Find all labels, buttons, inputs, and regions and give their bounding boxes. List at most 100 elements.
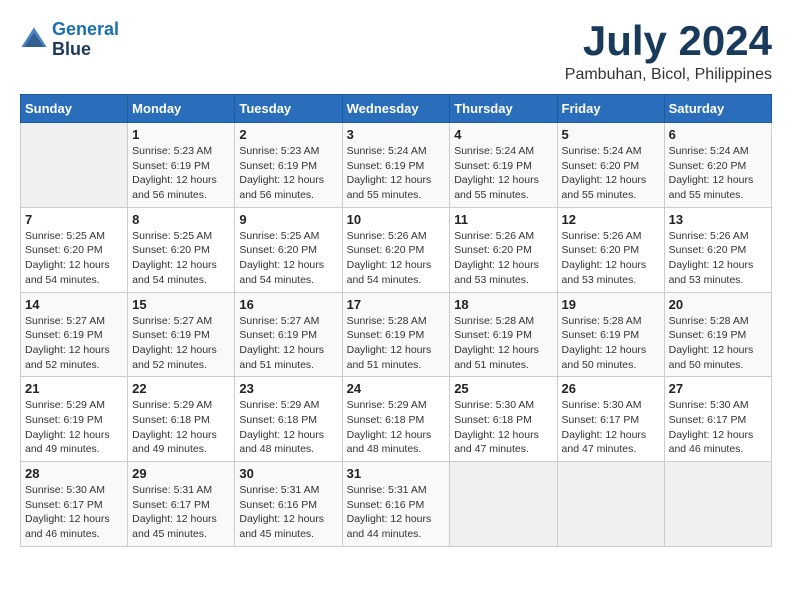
day-info: Sunrise: 5:30 AM Sunset: 6:17 PM Dayligh… (25, 483, 123, 542)
day-number: 17 (347, 297, 446, 312)
day-number: 8 (132, 212, 230, 227)
header-cell-sunday: Sunday (21, 95, 128, 123)
day-info: Sunrise: 5:30 AM Sunset: 6:18 PM Dayligh… (454, 398, 552, 457)
day-cell (557, 462, 664, 547)
day-cell: 19Sunrise: 5:28 AM Sunset: 6:19 PM Dayli… (557, 292, 664, 377)
day-info: Sunrise: 5:25 AM Sunset: 6:20 PM Dayligh… (239, 229, 337, 288)
week-row: 28 Sunrise: 5:30 AM Sunset: 6:17 PM Dayli… (21, 462, 772, 547)
day-cell: 2 Sunrise: 5:23 AM Sunset: 6:19 PM Daylig… (235, 123, 342, 208)
day-cell: 6 Sunrise: 5:24 AM Sunset: 6:20 PM Daylig… (664, 123, 771, 208)
day-cell (450, 462, 557, 547)
day-cell: 11 Sunrise: 5:26 AM Sunset: 6:20 PM Dayli… (450, 207, 557, 292)
day-info: Sunrise: 5:23 AM Sunset: 6:19 PM Dayligh… (239, 144, 337, 203)
day-info: Sunrise: 5:26 AM Sunset: 6:20 PM Dayligh… (347, 229, 446, 288)
day-number: 28 (25, 466, 123, 481)
day-info: Sunrise: 5:25 AM Sunset: 6:20 PM Dayligh… (25, 229, 123, 288)
day-info: Sunrise: 5:27 AM Sunset: 6:19 PM Dayligh… (132, 314, 230, 373)
calendar-body: 1Sunrise: 5:23 AM Sunset: 6:19 PM Daylig… (21, 123, 772, 547)
day-cell: 25 Sunrise: 5:30 AM Sunset: 6:18 PM Dayli… (450, 377, 557, 462)
day-cell: 24 Sunrise: 5:29 AM Sunset: 6:18 PM Dayli… (342, 377, 450, 462)
day-info: Sunrise: 5:28 AM Sunset: 6:19 PM Dayligh… (454, 314, 552, 373)
day-cell: 16Sunrise: 5:27 AM Sunset: 6:19 PM Dayli… (235, 292, 342, 377)
header-row: SundayMondayTuesdayWednesdayThursdayFrid… (21, 95, 772, 123)
week-row: 7 Sunrise: 5:25 AM Sunset: 6:20 PM Daylig… (21, 207, 772, 292)
day-number: 5 (562, 127, 660, 142)
day-cell: 14 Sunrise: 5:27 AM Sunset: 6:19 PM Dayli… (21, 292, 128, 377)
day-info: Sunrise: 5:24 AM Sunset: 6:19 PM Dayligh… (454, 144, 552, 203)
day-number: 4 (454, 127, 552, 142)
day-info: Sunrise: 5:29 AM Sunset: 6:18 PM Dayligh… (132, 398, 230, 457)
logo-text: General Blue (52, 20, 119, 60)
day-number: 10 (347, 212, 446, 227)
day-cell: 21 Sunrise: 5:29 AM Sunset: 6:19 PM Dayli… (21, 377, 128, 462)
day-number: 31 (347, 466, 446, 481)
day-cell: 18 Sunrise: 5:28 AM Sunset: 6:19 PM Dayli… (450, 292, 557, 377)
week-row: 21 Sunrise: 5:29 AM Sunset: 6:19 PM Dayli… (21, 377, 772, 462)
day-cell: 4 Sunrise: 5:24 AM Sunset: 6:19 PM Daylig… (450, 123, 557, 208)
day-number: 24 (347, 381, 446, 396)
day-cell: 3 Sunrise: 5:24 AM Sunset: 6:19 PM Daylig… (342, 123, 450, 208)
logo: General Blue (20, 20, 119, 60)
day-cell: 27Sunrise: 5:30 AM Sunset: 6:17 PM Dayli… (664, 377, 771, 462)
logo-icon (20, 26, 48, 54)
header-cell-thursday: Thursday (450, 95, 557, 123)
day-number: 22 (132, 381, 230, 396)
day-number: 9 (239, 212, 337, 227)
day-info: Sunrise: 5:29 AM Sunset: 6:18 PM Dayligh… (347, 398, 446, 457)
day-cell (664, 462, 771, 547)
day-number: 13 (669, 212, 767, 227)
header-cell-monday: Monday (128, 95, 235, 123)
title-block: July 2024 Pambuhan, Bicol, Philippines (565, 20, 772, 84)
week-row: 1Sunrise: 5:23 AM Sunset: 6:19 PM Daylig… (21, 123, 772, 208)
day-info: Sunrise: 5:29 AM Sunset: 6:19 PM Dayligh… (25, 398, 123, 457)
day-cell (21, 123, 128, 208)
day-number: 30 (239, 466, 337, 481)
week-row: 14 Sunrise: 5:27 AM Sunset: 6:19 PM Dayli… (21, 292, 772, 377)
day-number: 3 (347, 127, 446, 142)
day-info: Sunrise: 5:30 AM Sunset: 6:17 PM Dayligh… (669, 398, 767, 457)
day-cell: 26Sunrise: 5:30 AM Sunset: 6:17 PM Dayli… (557, 377, 664, 462)
day-cell: 31 Sunrise: 5:31 AM Sunset: 6:16 PM Dayli… (342, 462, 450, 547)
day-cell: 8 Sunrise: 5:25 AM Sunset: 6:20 PM Daylig… (128, 207, 235, 292)
day-info: Sunrise: 5:26 AM Sunset: 6:20 PM Dayligh… (454, 229, 552, 288)
day-info: Sunrise: 5:31 AM Sunset: 6:16 PM Dayligh… (347, 483, 446, 542)
day-number: 23 (239, 381, 337, 396)
day-info: Sunrise: 5:26 AM Sunset: 6:20 PM Dayligh… (669, 229, 767, 288)
day-cell: 5 Sunrise: 5:24 AM Sunset: 6:20 PM Daylig… (557, 123, 664, 208)
day-number: 7 (25, 212, 123, 227)
day-number: 12 (562, 212, 660, 227)
day-number: 11 (454, 212, 552, 227)
day-info: Sunrise: 5:28 AM Sunset: 6:19 PM Dayligh… (562, 314, 660, 373)
day-info: Sunrise: 5:31 AM Sunset: 6:16 PM Dayligh… (239, 483, 337, 542)
day-info: Sunrise: 5:25 AM Sunset: 6:20 PM Dayligh… (132, 229, 230, 288)
day-number: 29 (132, 466, 230, 481)
day-cell: 20Sunrise: 5:28 AM Sunset: 6:19 PM Dayli… (664, 292, 771, 377)
day-info: Sunrise: 5:27 AM Sunset: 6:19 PM Dayligh… (25, 314, 123, 373)
day-number: 2 (239, 127, 337, 142)
day-number: 25 (454, 381, 552, 396)
header-cell-tuesday: Tuesday (235, 95, 342, 123)
header-cell-saturday: Saturday (664, 95, 771, 123)
day-cell: 23Sunrise: 5:29 AM Sunset: 6:18 PM Dayli… (235, 377, 342, 462)
day-info: Sunrise: 5:24 AM Sunset: 6:19 PM Dayligh… (347, 144, 446, 203)
location-subtitle: Pambuhan, Bicol, Philippines (565, 66, 772, 84)
header-cell-wednesday: Wednesday (342, 95, 450, 123)
calendar-header: SundayMondayTuesdayWednesdayThursdayFrid… (21, 95, 772, 123)
day-info: Sunrise: 5:27 AM Sunset: 6:19 PM Dayligh… (239, 314, 337, 373)
day-info: Sunrise: 5:24 AM Sunset: 6:20 PM Dayligh… (669, 144, 767, 203)
day-cell: 28 Sunrise: 5:30 AM Sunset: 6:17 PM Dayli… (21, 462, 128, 547)
day-number: 14 (25, 297, 123, 312)
day-number: 21 (25, 381, 123, 396)
day-info: Sunrise: 5:28 AM Sunset: 6:19 PM Dayligh… (669, 314, 767, 373)
day-cell: 12Sunrise: 5:26 AM Sunset: 6:20 PM Dayli… (557, 207, 664, 292)
day-cell: 9 Sunrise: 5:25 AM Sunset: 6:20 PM Daylig… (235, 207, 342, 292)
day-cell: 22 Sunrise: 5:29 AM Sunset: 6:18 PM Dayli… (128, 377, 235, 462)
day-cell: 7 Sunrise: 5:25 AM Sunset: 6:20 PM Daylig… (21, 207, 128, 292)
day-info: Sunrise: 5:24 AM Sunset: 6:20 PM Dayligh… (562, 144, 660, 203)
day-info: Sunrise: 5:31 AM Sunset: 6:17 PM Dayligh… (132, 483, 230, 542)
day-number: 18 (454, 297, 552, 312)
month-title: July 2024 (565, 20, 772, 62)
day-cell: 1Sunrise: 5:23 AM Sunset: 6:19 PM Daylig… (128, 123, 235, 208)
day-number: 6 (669, 127, 767, 142)
day-cell: 10 Sunrise: 5:26 AM Sunset: 6:20 PM Dayli… (342, 207, 450, 292)
